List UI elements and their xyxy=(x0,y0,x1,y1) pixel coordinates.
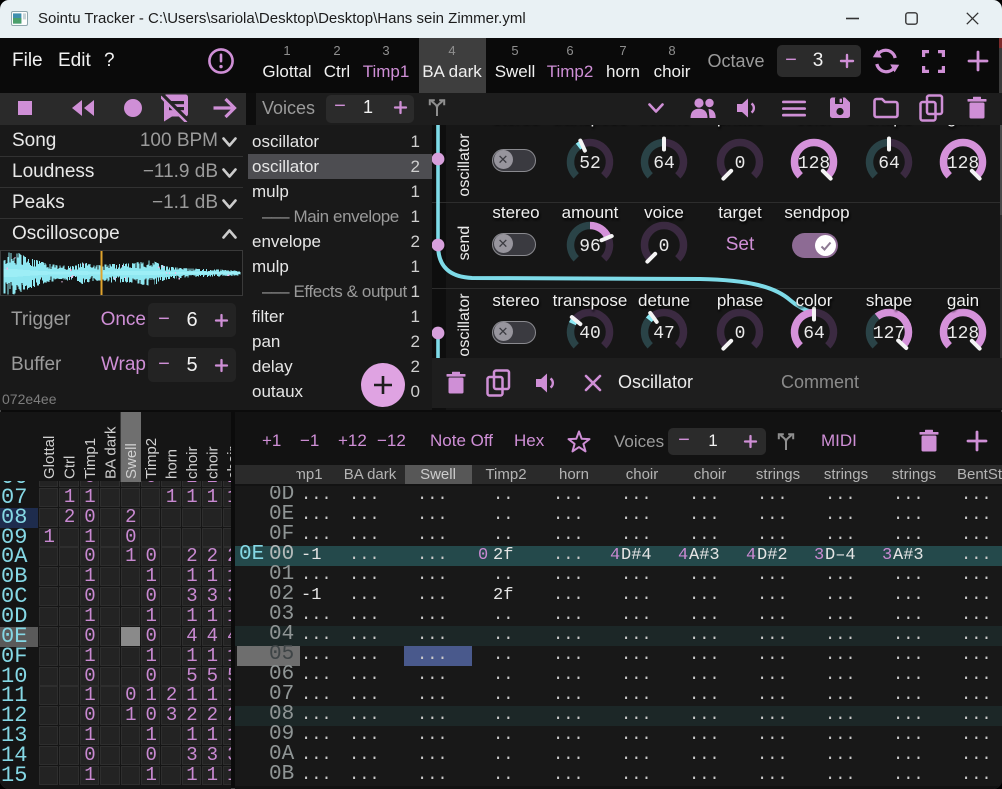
svg-text:64: 64 xyxy=(878,154,900,174)
svg-text:Swell: Swell xyxy=(123,443,140,479)
svg-text:Ctrl: Ctrl xyxy=(62,456,79,479)
svg-text:choir: choir xyxy=(184,446,201,479)
svg-text:64: 64 xyxy=(653,154,675,174)
svg-text:40: 40 xyxy=(579,324,601,344)
svg-text:52: 52 xyxy=(579,154,601,174)
svg-text:96: 96 xyxy=(579,237,601,257)
svg-text:127: 127 xyxy=(873,324,905,344)
svg-text:choir: choir xyxy=(204,446,221,479)
svg-text:horn: horn xyxy=(164,449,181,479)
svg-text:0: 0 xyxy=(735,154,746,174)
svg-text:Timp1: Timp1 xyxy=(82,438,99,479)
svg-text:0: 0 xyxy=(659,237,670,257)
svg-text:choir: choir xyxy=(225,446,231,479)
svg-text:128: 128 xyxy=(947,154,979,174)
svg-text:47: 47 xyxy=(653,324,675,344)
svg-text:128: 128 xyxy=(798,154,830,174)
svg-text:128: 128 xyxy=(947,324,979,344)
svg-text:BA dark: BA dark xyxy=(102,426,119,479)
svg-text:Timp2: Timp2 xyxy=(143,438,160,479)
svg-text:Glottal: Glottal xyxy=(41,436,58,479)
svg-text:0: 0 xyxy=(735,324,746,344)
svg-text:64: 64 xyxy=(803,324,825,344)
